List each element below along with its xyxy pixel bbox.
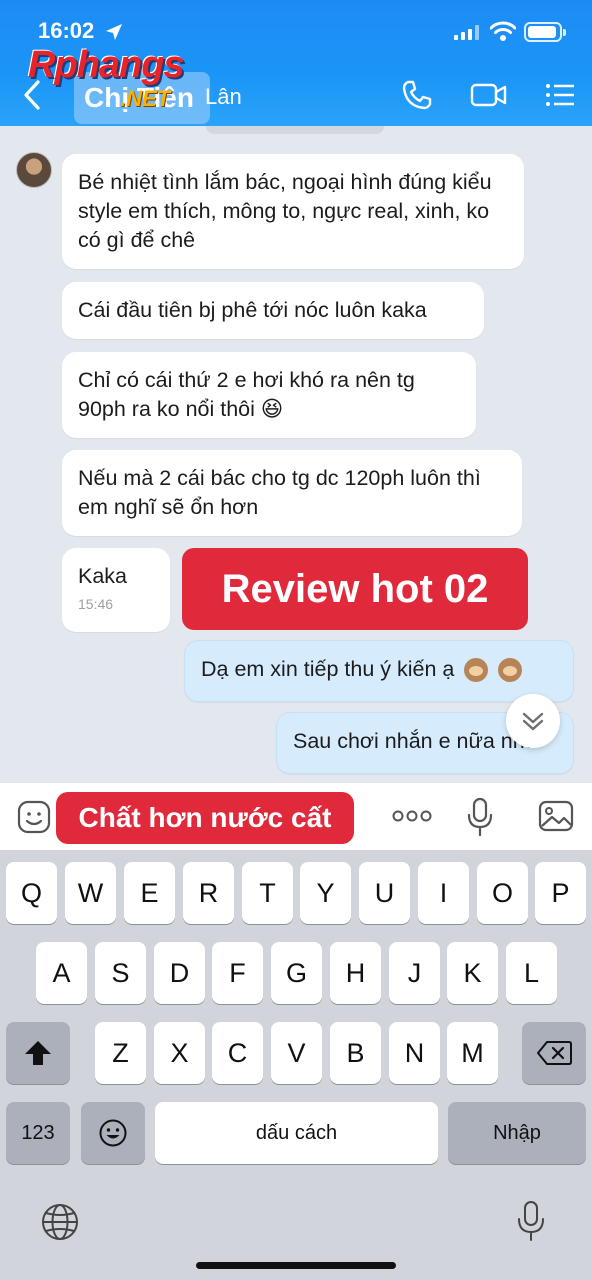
backspace-key[interactable] — [522, 1022, 586, 1084]
promo-overlay-label: Chất hơn nước cất — [56, 792, 354, 844]
return-key[interactable]: Nhập — [448, 1102, 586, 1164]
key-q[interactable]: Q — [6, 862, 57, 924]
emoji-icon — [99, 1119, 127, 1147]
message-text: Dạ em xin tiếp thu ý kiến ạ — [201, 657, 455, 681]
key-m[interactable]: M — [447, 1022, 498, 1084]
home-indicator — [196, 1262, 396, 1269]
key-k[interactable]: K — [447, 942, 498, 1004]
key-c[interactable]: C — [212, 1022, 263, 1084]
status-time: 16:02 — [38, 18, 95, 43]
key-w[interactable]: W — [65, 862, 116, 924]
menu-list-icon[interactable] — [544, 78, 576, 112]
signal-icon — [454, 24, 479, 40]
voice-message-icon[interactable] — [466, 797, 494, 837]
key-t[interactable]: T — [242, 862, 293, 924]
chat-title-suffix: Lân — [205, 84, 242, 109]
key-v[interactable]: V — [271, 1022, 322, 1084]
message-bubble[interactable]: Cái đầu tiên bj phê tới nóc luôn kaka — [62, 282, 484, 339]
scroll-to-bottom-button[interactable] — [506, 694, 560, 748]
message-bubble[interactable]: Chỉ có cái thứ 2 e hơi khó ra nên tg 90p… — [62, 352, 476, 438]
message-bubble[interactable]: Bé nhiệt tình lắm bác, ngoại hình đúng k… — [62, 154, 524, 269]
globe-icon[interactable] — [40, 1202, 80, 1242]
see-no-evil-monkey-icon — [464, 658, 489, 683]
previous-message-edge — [206, 126, 384, 134]
message-time: 15:46 — [78, 596, 114, 612]
message-text: Kaka — [78, 564, 128, 588]
key-z[interactable]: Z — [95, 1022, 146, 1084]
message-bubble[interactable]: Nếu mà 2 cái bác cho tg dc 120ph luôn th… — [62, 450, 522, 536]
key-h[interactable]: H — [330, 942, 381, 1004]
shift-key[interactable] — [6, 1022, 70, 1084]
watermark-logo: Rphangs — [28, 44, 185, 86]
avatar[interactable] — [16, 152, 52, 188]
location-arrow-icon — [106, 24, 122, 40]
numbers-key[interactable]: 123 — [6, 1102, 70, 1164]
video-call-icon[interactable] — [470, 78, 508, 112]
dictation-mic-icon[interactable] — [516, 1200, 546, 1242]
key-p[interactable]: P — [535, 862, 586, 924]
message-text: Sau chơi nhắn e nữa nha — [293, 729, 537, 753]
message-text: Bé nhiệt tình lắm bác, ngoại hình đúng k… — [78, 170, 492, 252]
wifi-icon — [490, 21, 516, 41]
message-text: Cái đầu tiên bj phê tới nóc luôn kaka — [78, 298, 427, 322]
key-u[interactable]: U — [359, 862, 410, 924]
key-o[interactable]: O — [477, 862, 528, 924]
my-message-bubble[interactable]: Dạ em xin tiếp thu ý kiến ạ — [184, 640, 574, 702]
key-a[interactable]: A — [36, 942, 87, 1004]
key-x[interactable]: X — [154, 1022, 205, 1084]
message-list[interactable]: Bé nhiệt tình lắm bác, ngoại hình đúng k… — [0, 126, 592, 782]
message-text: Chỉ có cái thứ 2 e hơi khó ra nên tg 90p… — [78, 368, 415, 421]
key-r[interactable]: R — [183, 862, 234, 924]
see-no-evil-monkey-icon — [498, 658, 523, 683]
key-y[interactable]: Y — [300, 862, 351, 924]
more-options-icon[interactable] — [392, 809, 432, 823]
delete-icon — [537, 1041, 572, 1065]
shift-arrow-icon — [25, 1041, 51, 1065]
message-text: Nếu mà 2 cái bác cho tg dc 120ph luôn th… — [78, 466, 481, 519]
image-picker-icon[interactable] — [538, 799, 574, 833]
key-e[interactable]: E — [124, 862, 175, 924]
emoji-key[interactable] — [81, 1102, 145, 1164]
sticker-icon[interactable] — [16, 799, 52, 835]
battery-icon — [524, 22, 566, 42]
message-bubble[interactable]: Kaka 15:46 — [62, 548, 170, 632]
chat-header: 16:02 Chị Tiên Lân Rphangs .NET — [0, 0, 592, 126]
key-n[interactable]: N — [389, 1022, 440, 1084]
key-f[interactable]: F — [212, 942, 263, 1004]
watermark-logo-net: .NET — [120, 86, 171, 111]
on-screen-keyboard: Q W E R T Y U I O P A S D F G H J K L Z … — [0, 850, 592, 1280]
key-g[interactable]: G — [271, 942, 322, 1004]
key-b[interactable]: B — [330, 1022, 381, 1084]
phone-call-icon[interactable] — [400, 78, 434, 112]
space-key[interactable]: dấu cách — [155, 1102, 438, 1164]
key-i[interactable]: I — [418, 862, 469, 924]
key-s[interactable]: S — [95, 942, 146, 1004]
review-overlay-label: Review hot 02 — [182, 548, 528, 630]
key-l[interactable]: L — [506, 942, 557, 1004]
key-j[interactable]: J — [389, 942, 440, 1004]
key-d[interactable]: D — [154, 942, 205, 1004]
